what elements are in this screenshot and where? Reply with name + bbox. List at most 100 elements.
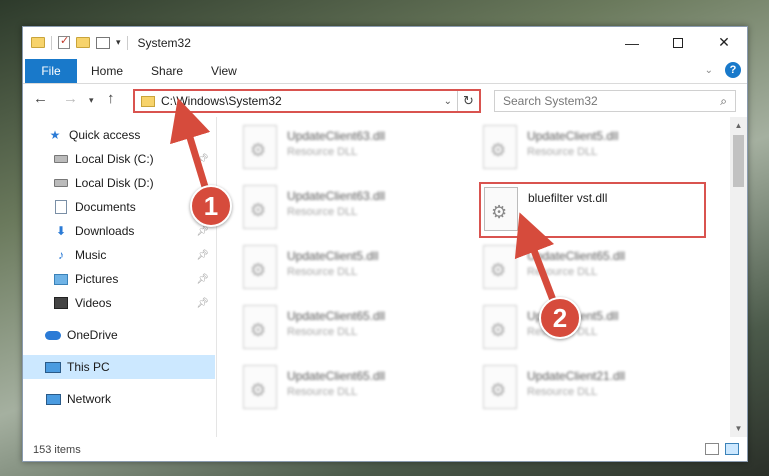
pin-icon[interactable]: 📌︎ — [196, 298, 209, 309]
search-input[interactable]: Search System32 ⌕ — [494, 90, 736, 112]
title-bar: ▾ System32 — ✕ — [23, 27, 747, 58]
large-icons-view-icon[interactable] — [725, 443, 739, 455]
list-item[interactable]: ⚙ UpdateClient21.dll Resource DLL — [483, 365, 703, 421]
list-item[interactable]: ⚙ UpdateClient63.dll Resource DLL — [243, 185, 463, 241]
music-icon: ♪ — [58, 248, 64, 262]
rename-icon[interactable] — [96, 36, 110, 49]
file-type: Resource DLL — [527, 266, 598, 278]
pictures-icon — [53, 272, 69, 286]
videos-icon — [53, 296, 69, 310]
navigation-pane: ★ Quick access Local Disk (C:) 📌︎ Local … — [23, 123, 215, 413]
list-item[interactable]: ⚙ UpdateClient65.dll Resource DLL — [243, 365, 463, 421]
dll-file-icon: ⚙ — [483, 125, 517, 169]
customize-toolbar-icon[interactable]: ▾ — [116, 37, 121, 48]
file-name: UpdateClient65.dll — [527, 249, 626, 263]
tab-share[interactable]: Share — [137, 64, 197, 78]
up-arrow-icon[interactable]: ↑ — [107, 90, 115, 107]
sidebar-item-label: Quick access — [69, 128, 141, 142]
sidebar-item-label: This PC — [67, 360, 110, 374]
sidebar-item-label: Documents — [75, 200, 136, 214]
list-item-bluefilter-vst[interactable]: ⚙ bluefilter vst.dll — [479, 182, 706, 238]
refresh-icon[interactable]: ↻ — [457, 91, 479, 111]
quick-access-toolbar: ▾ — [23, 34, 128, 50]
scroll-up-icon[interactable]: ▲ — [730, 117, 747, 134]
file-type: Resource DLL — [287, 266, 358, 278]
expand-ribbon-icon[interactable]: ⌄ — [705, 65, 713, 76]
list-item[interactable]: ⚙ UpdateClient63.dll Resource DLL — [243, 125, 463, 181]
file-type: Resource DLL — [287, 206, 358, 218]
pc-icon — [45, 360, 61, 374]
details-view-icon[interactable] — [705, 443, 719, 455]
file-name: bluefilter vst.dll — [528, 191, 608, 205]
step-2-badge: 2 — [539, 297, 581, 339]
tab-file[interactable]: File — [25, 58, 77, 83]
file-type: Resource DLL — [287, 326, 358, 338]
sidebar-item-label: Local Disk (C:) — [75, 152, 154, 166]
list-item[interactable]: ⚙ UpdateClient65.dll Resource DLL — [483, 245, 703, 301]
tab-home[interactable]: Home — [77, 64, 137, 78]
sidebar-item-label: Music — [75, 248, 107, 262]
new-folder-icon[interactable] — [76, 37, 90, 48]
pin-icon[interactable]: 📌︎ — [196, 154, 209, 165]
sidebar-item-this-pc[interactable]: This PC — [23, 355, 215, 379]
file-type: Resource DLL — [287, 386, 358, 398]
list-item[interactable]: ⚙ UpdateClient65.dll Resource DLL — [243, 305, 463, 361]
sidebar-item-label: OneDrive — [67, 328, 118, 342]
file-name: UpdateClient5.dll — [527, 129, 619, 143]
vertical-scrollbar[interactable]: ▲ ▼ — [730, 117, 747, 437]
file-type: Resource DLL — [527, 146, 598, 158]
help-icon[interactable]: ? — [725, 62, 741, 78]
disk-icon — [53, 152, 69, 166]
dll-file-icon: ⚙ — [483, 305, 517, 349]
sidebar-item-local-disk-c[interactable]: Local Disk (C:) 📌︎ — [23, 147, 215, 171]
list-item[interactable]: ⚙ UpdateClient5.dllResource DLL — [243, 245, 463, 301]
step-1-badge: 1 — [190, 185, 232, 227]
dll-file-icon: ⚙ — [484, 187, 518, 231]
sidebar-item-onedrive[interactable]: OneDrive — [23, 323, 215, 347]
pin-icon[interactable]: 📌︎ — [196, 274, 209, 285]
dll-file-icon: ⚙ — [243, 305, 277, 349]
file-name: UpdateClient21.dll — [527, 369, 626, 383]
sidebar-item-label: Local Disk (D:) — [75, 176, 154, 190]
sidebar-item-quick-access[interactable]: ★ Quick access — [23, 123, 215, 147]
sidebar-item-documents[interactable]: Documents 📌︎ — [23, 195, 215, 219]
scrollbar-thumb[interactable] — [733, 135, 744, 187]
cloud-icon — [45, 328, 61, 342]
toolbar-divider — [51, 35, 52, 50]
address-path[interactable]: C:\Windows\System32 — [161, 94, 439, 108]
star-icon: ★ — [49, 128, 61, 142]
sidebar-item-videos[interactable]: Videos 📌︎ — [23, 291, 215, 315]
list-item[interactable]: ⚙ UpdateClient5.dll Resource DLL — [483, 125, 703, 181]
toolbar-divider — [126, 35, 128, 50]
sidebar-item-downloads[interactable]: ⬇ Downloads 📌︎ — [23, 219, 215, 243]
file-explorer-window: ▾ System32 — ✕ File Home Share View ⌄ ? … — [22, 26, 748, 462]
list-item[interactable]: ⚙ UpdateClient5.dllResource DLL — [483, 305, 703, 361]
scroll-down-icon[interactable]: ▼ — [730, 420, 747, 437]
search-placeholder: Search System32 — [503, 94, 598, 108]
address-dropdown-icon[interactable]: ⌄ — [439, 96, 457, 107]
pin-icon[interactable]: 📌︎ — [196, 226, 209, 237]
status-bar: 153 items — [23, 439, 747, 461]
pin-icon[interactable]: 📌︎ — [196, 250, 209, 261]
minimize-button[interactable]: — — [609, 27, 655, 58]
file-name: UpdateClient65.dll — [287, 369, 386, 383]
sidebar-item-pictures[interactable]: Pictures 📌︎ — [23, 267, 215, 291]
close-button[interactable]: ✕ — [701, 27, 747, 58]
dll-file-icon: ⚙ — [483, 245, 517, 289]
download-icon: ⬇ — [55, 224, 67, 238]
sidebar-item-label: Network — [67, 392, 112, 406]
tab-view[interactable]: View — [197, 64, 251, 78]
recent-locations-icon[interactable]: ▾ — [89, 95, 94, 106]
sidebar-item-local-disk-d[interactable]: Local Disk (D:) — [23, 171, 215, 195]
address-bar[interactable]: C:\Windows\System32 ⌄ ↻ — [133, 89, 481, 113]
sidebar-item-network[interactable]: Network — [23, 387, 215, 411]
properties-check-icon[interactable] — [58, 34, 70, 49]
search-icon[interactable]: ⌕ — [720, 94, 727, 109]
back-arrow-icon[interactable]: ← — [33, 90, 48, 107]
sidebar-item-music[interactable]: ♪ Music 📌︎ — [23, 243, 215, 267]
forward-arrow-icon[interactable]: → — [63, 90, 78, 107]
maximize-button[interactable] — [655, 27, 701, 58]
file-type: Resource DLL — [527, 386, 598, 398]
item-count: 153 items — [33, 444, 81, 456]
dll-file-icon: ⚙ — [483, 365, 517, 409]
